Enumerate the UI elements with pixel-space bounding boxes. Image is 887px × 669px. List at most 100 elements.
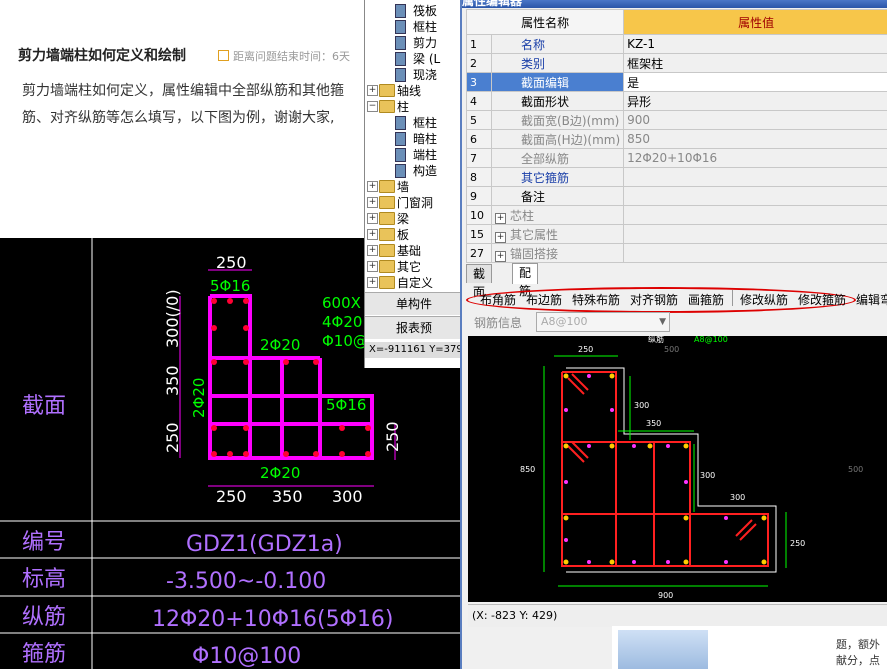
property-value[interactable]	[623, 167, 887, 187]
cad-bar-label-1: 5Φ16	[210, 277, 250, 295]
toolbar-button[interactable]: 布角筋	[480, 291, 516, 308]
component-icon	[395, 68, 406, 82]
tree-item-label: 其它	[397, 260, 422, 274]
property-name-cell: 其它箍筋	[490, 167, 625, 187]
header-property-value: 属性值	[623, 9, 887, 35]
property-name: 截面形状	[521, 94, 570, 109]
cad-row-label-1: 截面	[22, 394, 66, 419]
property-row-number: 3	[466, 72, 492, 92]
property-value[interactable]	[623, 243, 887, 263]
expand-icon[interactable]: +	[495, 231, 506, 243]
section-drawing-canvas[interactable]: 250 300 350 300 300 850 250 900 500 500 …	[468, 336, 887, 602]
toolbar-button[interactable]: 画箍筋	[688, 291, 724, 308]
report-preview-button[interactable]: 报表预	[365, 316, 463, 339]
toolbar-button[interactable]: 特殊布筋	[572, 291, 620, 308]
property-row[interactable]: 9 备注	[466, 186, 887, 206]
drawing-label-stirrup: A8@100	[694, 336, 728, 344]
expand-icon[interactable]: +	[367, 85, 378, 96]
property-row[interactable]: 15 + 其它属性	[466, 224, 887, 244]
article-title[interactable]: 剪力墙端柱如何定义和绘制	[18, 45, 186, 65]
folder-icon	[379, 260, 395, 273]
toolbar-button[interactable]: 布边筋	[526, 291, 562, 308]
property-row[interactable]: 7 全部纵筋 12Φ20+10Φ16	[466, 148, 887, 168]
tree-item-label: 梁 (L	[413, 52, 441, 66]
property-value[interactable]	[623, 186, 887, 206]
property-value[interactable]: 异形	[623, 91, 887, 111]
property-row[interactable]: 8 其它箍筋	[466, 167, 887, 187]
expand-icon[interactable]: +	[367, 229, 378, 240]
tree-item-label: 框柱	[413, 116, 438, 130]
rebar-info-select[interactable]: A8@100 ▼	[536, 312, 670, 332]
expand-icon[interactable]: +	[367, 245, 378, 256]
property-name-cell: 截面编辑	[490, 72, 625, 92]
tree-item-label: 轴线	[397, 84, 422, 98]
tree-item-label: 板	[397, 228, 410, 242]
expand-icon[interactable]: +	[495, 212, 506, 224]
cad-dim-top: 250	[216, 253, 247, 272]
tree-item-label: 基础	[397, 244, 422, 258]
tree-coordinates: X=-911161 Y=379	[365, 342, 463, 358]
property-value[interactable]: 900	[623, 110, 887, 130]
cad-dim-bottom-1: 250	[216, 487, 247, 506]
expand-icon[interactable]: +	[367, 261, 378, 272]
property-name-cell: + 芯柱	[490, 205, 625, 225]
drawing-label-rebar: 纵筋	[648, 336, 664, 344]
cad-note-3: Φ10@	[322, 332, 368, 350]
drawing-dim-8: 900	[658, 591, 673, 600]
expand-icon[interactable]: +	[495, 250, 506, 262]
component-icon	[395, 164, 406, 178]
property-name: 芯柱	[510, 208, 535, 223]
toolbar-button[interactable]: 编辑弯	[856, 291, 887, 308]
rebar-info-label: 钢筋信息	[474, 316, 523, 330]
property-value[interactable]	[623, 205, 887, 225]
single-component-button[interactable]: 单构件	[365, 292, 463, 315]
component-tree-window: 筏板 框柱 剪力梁 (L 现浇 + 轴线 − 柱框柱 暗柱 端柱 构造 + 墙 + 门窗洞 + 梁 + 板 + 基础 + 其…	[364, 0, 463, 368]
expand-icon[interactable]: +	[367, 213, 378, 224]
property-row[interactable]: 5 截面宽(B边)(mm) 900	[466, 110, 887, 130]
background-text-2: 献分，点	[836, 654, 880, 667]
property-row-number: 2	[466, 53, 492, 73]
toolbar-button[interactable]: 对齐钢筋	[630, 291, 678, 308]
expand-icon[interactable]: +	[367, 277, 378, 288]
property-table: 属性名称 属性值 1 名称 KZ-1 2 类别 框架柱 3 截面编辑 是 4 截面形状 异形 5 截面宽(…	[465, 9, 887, 263]
cad-row-label-3: 标高	[22, 567, 66, 592]
drawing-dim-3: 350	[646, 419, 661, 428]
property-table-header: 属性名称 属性值	[465, 9, 887, 35]
property-row[interactable]: 4 截面形状 异形	[466, 91, 887, 111]
cad-row-label-4: 纵筋	[22, 605, 66, 630]
property-row[interactable]: 6 截面高(H边)(mm) 850	[466, 129, 887, 149]
property-value[interactable]: 12Φ20+10Φ16	[623, 148, 887, 168]
drawing-dim-5: 300	[730, 493, 745, 502]
cad-row-label-2: 编号	[22, 530, 66, 555]
property-value[interactable]: 框架柱	[623, 53, 887, 73]
property-value[interactable]: KZ-1	[623, 34, 887, 54]
property-row-number: 8	[466, 167, 492, 187]
toolbar-button[interactable]: 修改纵筋	[740, 291, 788, 308]
cad-dim-bottom-2: 350	[272, 487, 303, 506]
property-row[interactable]: 1 名称 KZ-1	[466, 34, 887, 54]
collapse-icon[interactable]: −	[367, 101, 378, 112]
property-name-cell: 截面宽(B边)(mm)	[490, 110, 625, 130]
property-editor-titlebar[interactable]: 属性编辑器	[462, 0, 887, 8]
tree-item-label: 柱	[397, 100, 410, 114]
toolbar-button[interactable]: 修改箍筋	[798, 291, 846, 308]
tree-item-label: 梁	[397, 212, 410, 226]
property-value[interactable]	[623, 224, 887, 244]
property-name-cell: 备注	[490, 186, 625, 206]
expand-icon[interactable]: +	[367, 181, 378, 192]
property-row[interactable]: 10 + 芯柱	[466, 205, 887, 225]
status-bar: (X: -823 Y: 429)	[468, 604, 887, 627]
tree-item-label: 剪力	[413, 36, 438, 50]
expand-icon[interactable]: +	[367, 197, 378, 208]
tab-rebar[interactable]: 配筋	[512, 263, 539, 298]
cad-row-value-4: Φ10@100	[192, 644, 301, 669]
property-value[interactable]: 850	[623, 129, 887, 149]
property-row[interactable]: 3 截面编辑 是	[466, 72, 887, 92]
property-name-cell: 类别	[490, 53, 625, 73]
property-value[interactable]: 是	[623, 72, 887, 92]
property-name: 截面高(H边)(mm)	[521, 132, 621, 147]
property-row[interactable]: 27 + 锚固搭接	[466, 243, 887, 263]
property-row[interactable]: 2 类别 框架柱	[466, 53, 887, 73]
component-icon	[395, 116, 406, 130]
tab-section[interactable]: 截面	[466, 264, 493, 299]
